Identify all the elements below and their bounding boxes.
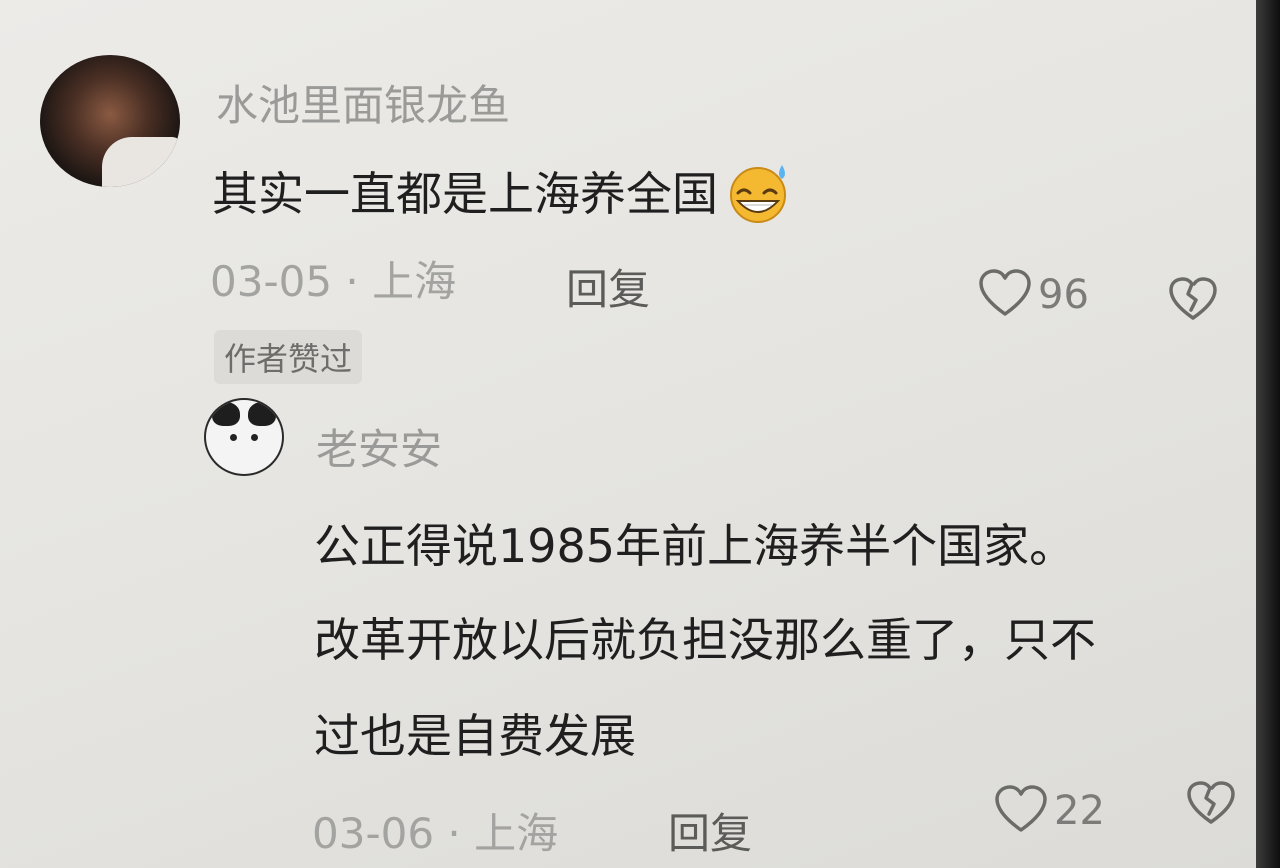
dislike-button[interactable] <box>1168 276 1218 326</box>
avatar-ear <box>212 402 240 426</box>
avatar[interactable] <box>40 55 180 187</box>
reply-date: 03-06 <box>312 809 435 858</box>
avatar-collar <box>102 137 180 187</box>
reply-avatar[interactable] <box>204 398 284 476</box>
comment-text: 其实一直都是上海养全国 <box>212 158 794 236</box>
comment-date: 03-05 <box>210 257 333 306</box>
grinning-sweat-emoji-icon <box>724 159 794 236</box>
broken-heart-icon <box>1186 781 1236 830</box>
meta-separator: · <box>447 809 461 858</box>
heart-outline-icon <box>994 784 1048 838</box>
reply-button[interactable]: 回复 <box>566 256 650 317</box>
meta-separator: · <box>345 257 359 306</box>
like-button[interactable]: 22 <box>994 784 1105 838</box>
comment-location: 上海 <box>372 257 457 306</box>
dislike-button[interactable] <box>1186 780 1236 830</box>
heart-outline-icon <box>978 268 1032 322</box>
reply-location: 上海 <box>474 809 559 858</box>
reply-text-line: 公正得说1985年前上海养半个国家。 <box>314 519 1076 573</box>
reply-button[interactable]: 回复 <box>668 800 752 861</box>
device-screen-edge <box>1256 0 1280 868</box>
like-count: 22 <box>1054 788 1105 834</box>
comment-username[interactable]: 水池里面银龙鱼 <box>216 72 510 133</box>
avatar-ear <box>248 402 276 426</box>
avatar-eye <box>230 434 237 441</box>
reply-text-line: 过也是自费发展 <box>314 709 636 763</box>
comment-meta: 03-05 · 上海 <box>210 248 456 309</box>
reply-meta: 03-06 · 上海 <box>312 800 558 861</box>
author-liked-badge: 作者赞过 <box>214 330 363 384</box>
like-count: 96 <box>1038 272 1089 318</box>
reply-text-line: 改革开放以后就负担没那么重了，只不 <box>314 613 1096 667</box>
avatar-eye <box>251 434 258 441</box>
like-button[interactable]: 96 <box>978 268 1089 322</box>
broken-heart-icon <box>1168 277 1218 326</box>
reply-username[interactable]: 老安安 <box>316 416 442 477</box>
comment-text-body: 其实一直都是上海养全国 <box>212 167 718 221</box>
